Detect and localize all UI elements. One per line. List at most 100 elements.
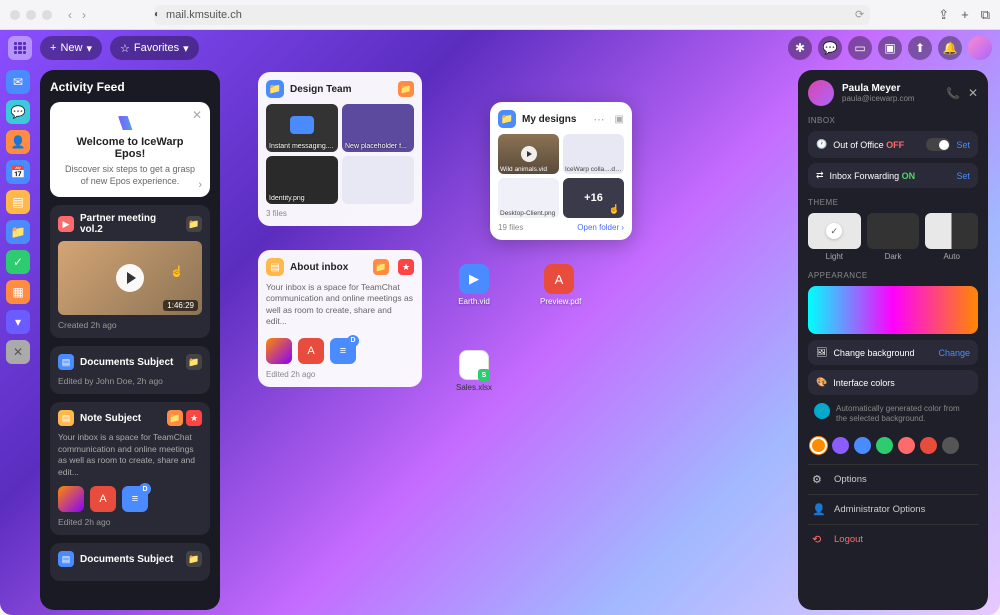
out-of-office-row[interactable]: 🕐 Out of Office OFF Set: [808, 131, 978, 158]
color-palette: [808, 433, 978, 464]
dock-settings[interactable]: ✕: [6, 340, 30, 364]
pdf-file-icon[interactable]: A: [298, 338, 324, 364]
partner-meeting-card[interactable]: ▶ Partner meeting vol.2 📁 ☝ 1:46:29 Crea…: [50, 205, 210, 338]
message-icon[interactable]: ▭: [848, 36, 872, 60]
desktop-file-preview[interactable]: A Preview.pdf: [540, 264, 578, 306]
video-thumbnail[interactable]: ☝ 1:46:29: [58, 241, 202, 315]
welcome-card[interactable]: ✕ Welcome to IceWarp Epos! Discover six …: [50, 102, 210, 197]
card-icon[interactable]: ▣: [878, 36, 902, 60]
dock-mail[interactable]: ✉: [6, 70, 30, 94]
upload-icon[interactable]: ⬆: [908, 36, 932, 60]
fwd-set-link[interactable]: Set: [956, 171, 970, 181]
theme-dark[interactable]: Dark: [867, 213, 920, 261]
address-bar[interactable]: ◐ mail.kmsuite.ch ⟳: [154, 5, 870, 25]
browser-actions[interactable]: ⇪+⧉: [938, 7, 990, 23]
theme-section-label: THEME: [808, 198, 978, 207]
color-swatch[interactable]: [832, 437, 849, 454]
shield-icon: ◐: [154, 9, 160, 20]
clock-icon: 🕐: [816, 139, 827, 150]
logout-row[interactable]: ⟲Logout: [808, 524, 978, 554]
file-thumb[interactable]: Identity.png: [266, 156, 338, 204]
pin-icon[interactable]: ★: [186, 410, 202, 426]
dock-chat[interactable]: 💬: [6, 100, 30, 124]
open-folder-link[interactable]: Open folder ›: [577, 223, 624, 232]
chat-icon[interactable]: 💬: [818, 36, 842, 60]
admin-options-row[interactable]: 👤Administrator Options: [808, 494, 978, 524]
dock-files[interactable]: 📁: [6, 220, 30, 244]
close-icon[interactable]: ✕: [192, 108, 202, 122]
image-file-icon[interactable]: [266, 338, 292, 364]
file-thumb[interactable]: New placeholder f...: [342, 104, 414, 152]
change-background-row[interactable]: 🖼 Change background Change: [808, 340, 978, 365]
topbar-right: ✱ 💬 ▭ ▣ ⬆ 🔔: [788, 36, 992, 60]
documents-card[interactable]: ▤ Documents Subject 📁 Edited by John Doe…: [50, 346, 210, 394]
more-files-button[interactable]: +16☝: [563, 178, 624, 218]
dock-drop[interactable]: ▾: [6, 310, 30, 334]
folder-icon[interactable]: 📁: [186, 216, 202, 232]
color-swatch[interactable]: [810, 437, 827, 454]
folder-icon[interactable]: 📁: [186, 551, 202, 567]
note-card[interactable]: ▤ Note Subject 📁 ★ Your inbox is a space…: [50, 402, 210, 535]
pdf-file-icon[interactable]: A: [90, 486, 116, 512]
my-designs-widget[interactable]: 📁 My designs ⋯ ▣ Wild animals.vid IceWar…: [490, 102, 632, 240]
fan-icon[interactable]: ✱: [788, 36, 812, 60]
color-swatch[interactable]: [876, 437, 893, 454]
file-thumb[interactable]: Instant messaging....: [266, 104, 338, 152]
file-thumb[interactable]: [342, 156, 414, 204]
video-duration: 1:46:29: [163, 300, 198, 311]
word-file-icon[interactable]: ≡D: [122, 486, 148, 512]
more-icon[interactable]: ⋯: [594, 113, 605, 126]
inbox-forwarding-row[interactable]: ⇄ Inbox Forwarding ON Set: [808, 163, 978, 188]
dock-tasks[interactable]: ✓: [6, 250, 30, 274]
theme-auto[interactable]: Auto: [925, 213, 978, 261]
dock-notes[interactable]: ▤: [6, 190, 30, 214]
background-preview[interactable]: [808, 286, 978, 334]
file-thumb[interactable]: Desktop-Client.png: [498, 178, 559, 218]
color-swatch[interactable]: [898, 437, 915, 454]
apps-launcher-button[interactable]: [8, 36, 32, 60]
folder-action-icon[interactable]: 📁: [398, 81, 414, 97]
close-icon[interactable]: ✕: [968, 86, 978, 100]
interface-colors-row[interactable]: 🎨 Interface colors: [808, 370, 978, 395]
folder-icon[interactable]: 📁: [167, 410, 183, 426]
theme-light[interactable]: Light: [808, 213, 861, 261]
ooo-set-link[interactable]: Set: [956, 140, 970, 150]
user-avatar[interactable]: [808, 80, 834, 106]
app-topbar: +New▾ ☆Favorites▾ ✱ 💬 ▭ ▣ ⬆ 🔔: [0, 30, 1000, 66]
dock-contacts[interactable]: 👤: [6, 130, 30, 154]
ooo-toggle[interactable]: [926, 138, 950, 151]
dock-calendar[interactable]: 📅: [6, 160, 30, 184]
documents-card-2[interactable]: ▤ Documents Subject 📁: [50, 543, 210, 581]
window-controls[interactable]: [10, 10, 52, 20]
dock-apps[interactable]: ▦: [6, 280, 30, 304]
palette-icon: 🎨: [816, 377, 827, 388]
phone-icon[interactable]: 📞: [946, 87, 960, 100]
note-attachments: A ≡D: [58, 486, 202, 512]
notifications-icon[interactable]: 🔔: [938, 36, 962, 60]
word-file-icon[interactable]: ≡D: [330, 338, 356, 364]
favorites-button[interactable]: ☆Favorites▾: [110, 36, 199, 60]
about-inbox-widget[interactable]: ▤ About inbox 📁 ★ Your inbox is a space …: [258, 250, 422, 387]
chevron-right-icon[interactable]: ›: [198, 179, 202, 191]
browser-nav[interactable]: ‹›: [68, 8, 86, 22]
design-team-widget[interactable]: 📁 Design Team 📁 Instant messaging.... Ne…: [258, 72, 422, 226]
new-button[interactable]: +New▾: [40, 36, 102, 60]
options-row[interactable]: ⚙Options: [808, 464, 978, 494]
file-thumb[interactable]: IceWarp colla....docx: [563, 134, 624, 174]
color-swatch[interactable]: [854, 437, 871, 454]
pin-icon[interactable]: ★: [398, 259, 414, 275]
change-link[interactable]: Change: [938, 348, 970, 358]
close-icon[interactable]: ▣: [615, 114, 624, 125]
user-avatar[interactable]: [968, 36, 992, 60]
color-swatch[interactable]: [920, 437, 937, 454]
file-thumb[interactable]: Wild animals.vid: [498, 134, 559, 174]
folder-icon[interactable]: 📁: [373, 259, 389, 275]
play-icon[interactable]: [116, 264, 144, 292]
folder-icon[interactable]: 📁: [186, 354, 202, 370]
reload-icon[interactable]: ⟳: [855, 8, 864, 21]
desktop-file-earth[interactable]: ▶ Earth.vid: [455, 264, 493, 306]
image-file-icon[interactable]: [58, 486, 84, 512]
color-swatch[interactable]: [942, 437, 959, 454]
gear-icon: ⚙: [812, 473, 826, 486]
desktop-file-sales[interactable]: S Sales.xlsx: [455, 350, 493, 392]
